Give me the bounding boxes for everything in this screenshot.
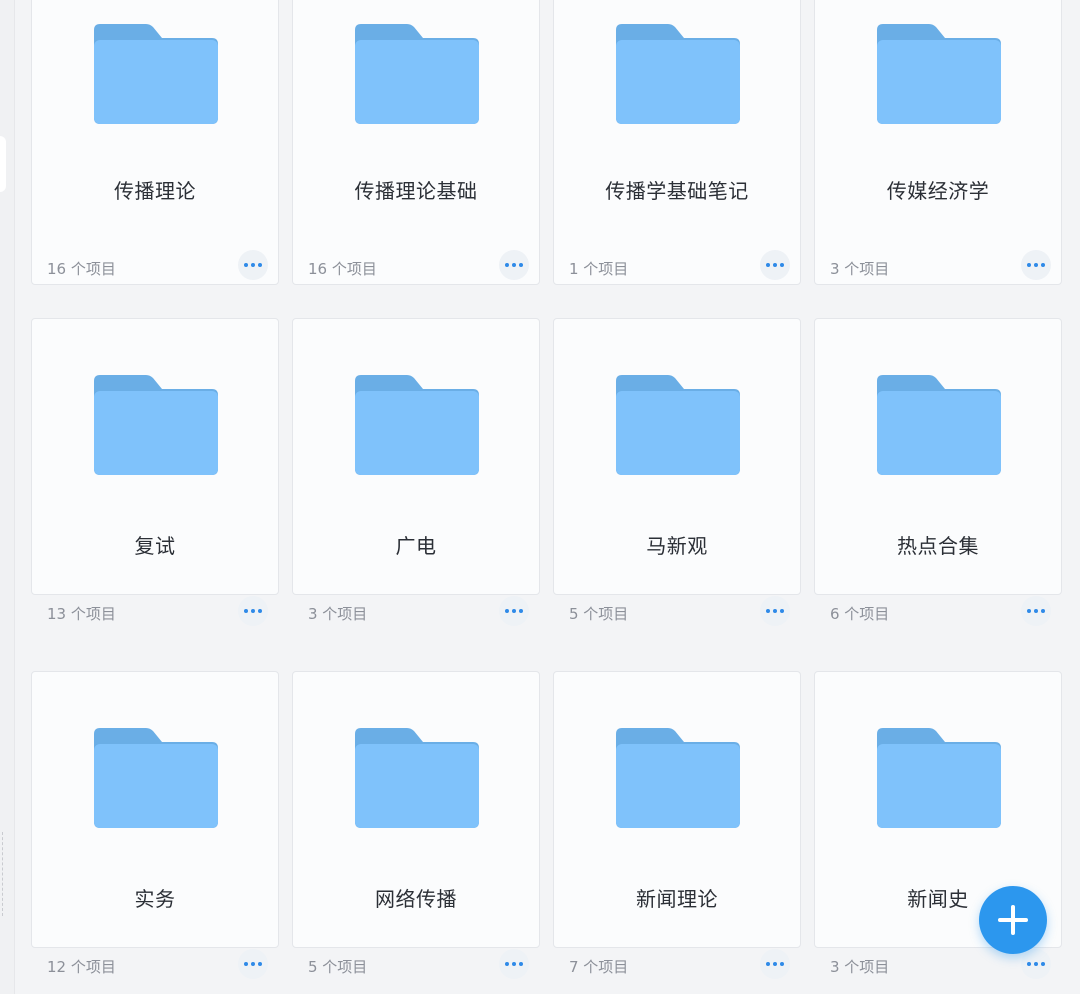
folder-icon	[616, 728, 740, 828]
folder-item-count: 1 个项目	[569, 260, 629, 278]
folder-item-count: 6 个项目	[830, 605, 890, 623]
folder-card[interactable]: 网络传播 5 个项目	[292, 671, 540, 979]
folder-card[interactable]: 传播理论 16 个项目	[31, 0, 279, 285]
folder-icon	[94, 375, 218, 475]
folder-icon	[94, 24, 218, 124]
folder-name: 复试	[134, 534, 176, 558]
folder-grid: 传播理论 16 个项目 传播理论基础 16 个项目 传播学基础笔记 1 个项目	[0, 0, 1080, 994]
folder-icon	[877, 728, 1001, 828]
more-options-button[interactable]	[499, 949, 529, 979]
more-dot	[258, 609, 262, 613]
more-dot	[251, 609, 255, 613]
folder-card[interactable]: 复试 13 个项目	[31, 318, 279, 626]
more-dot	[773, 263, 777, 267]
folder-card[interactable]: 新闻理论 7 个项目	[553, 671, 801, 979]
folder-name: 传播学基础笔记	[605, 179, 749, 203]
more-dot	[766, 263, 770, 267]
folder-item-count: 5 个项目	[569, 605, 629, 623]
folder-name: 传播理论	[114, 179, 196, 203]
more-dot	[519, 609, 523, 613]
folder-card[interactable]: 传播学基础笔记 1 个项目	[553, 0, 801, 285]
more-dot	[258, 263, 262, 267]
folder-item-count: 12 个项目	[47, 958, 116, 976]
folder-item-count: 13 个项目	[47, 605, 116, 623]
more-dot	[519, 962, 523, 966]
more-dot	[1027, 609, 1031, 613]
folder-icon	[355, 728, 479, 828]
plus-icon	[998, 905, 1028, 935]
more-dot	[244, 263, 248, 267]
folder-icon	[94, 728, 218, 828]
folder-icon	[355, 24, 479, 124]
more-options-button[interactable]	[238, 596, 268, 626]
folder-name: 传播理论基础	[354, 179, 478, 203]
folder-card[interactable]: 传媒经济学 3 个项目	[814, 0, 1062, 285]
folder-card[interactable]: 实务 12 个项目	[31, 671, 279, 979]
folder-item-count: 3 个项目	[830, 260, 890, 278]
folder-card[interactable]: 热点合集 6 个项目	[814, 318, 1062, 626]
more-dot	[766, 962, 770, 966]
folder-item-count: 5 个项目	[308, 958, 368, 976]
more-dot	[773, 962, 777, 966]
more-options-button[interactable]	[238, 949, 268, 979]
folder-icon	[616, 375, 740, 475]
folder-item-count: 3 个项目	[830, 958, 890, 976]
more-dot	[505, 962, 509, 966]
more-dot	[1027, 263, 1031, 267]
more-dot	[512, 609, 516, 613]
more-dot	[251, 962, 255, 966]
folder-name: 实务	[134, 887, 176, 911]
more-dot	[512, 263, 516, 267]
folder-icon	[616, 24, 740, 124]
folder-name: 热点合集	[897, 534, 979, 558]
more-options-button[interactable]	[760, 596, 790, 626]
folder-name: 新闻理论	[636, 887, 718, 911]
more-options-button[interactable]	[760, 949, 790, 979]
more-dot	[505, 263, 509, 267]
more-dot	[1041, 609, 1045, 613]
more-dot	[1027, 962, 1031, 966]
more-options-button[interactable]	[1021, 250, 1051, 280]
more-dot	[773, 609, 777, 613]
folder-item-count: 3 个项目	[308, 605, 368, 623]
more-dot	[780, 263, 784, 267]
more-dot	[251, 263, 255, 267]
more-dot	[766, 609, 770, 613]
add-button[interactable]	[979, 886, 1047, 954]
folder-icon	[877, 375, 1001, 475]
more-dot	[244, 962, 248, 966]
more-dot	[780, 609, 784, 613]
folder-item-count: 7 个项目	[569, 958, 629, 976]
more-dot	[1034, 609, 1038, 613]
more-dot	[505, 609, 509, 613]
more-options-button[interactable]	[1021, 596, 1051, 626]
more-dot	[1034, 962, 1038, 966]
folder-name: 传媒经济学	[886, 179, 990, 203]
more-options-button[interactable]	[499, 596, 529, 626]
folder-name: 网络传播	[375, 887, 457, 911]
more-dot	[780, 962, 784, 966]
more-options-button[interactable]	[1021, 949, 1051, 979]
more-dot	[519, 263, 523, 267]
more-dot	[244, 609, 248, 613]
folder-icon	[877, 24, 1001, 124]
app-page: 传播理论 16 个项目 传播理论基础 16 个项目 传播学基础笔记 1 个项目	[0, 0, 1080, 994]
folder-card[interactable]: 传播理论基础 16 个项目	[292, 0, 540, 285]
more-dot	[258, 962, 262, 966]
folder-item-count: 16 个项目	[47, 260, 116, 278]
more-dot	[1041, 263, 1045, 267]
more-dot	[512, 962, 516, 966]
folder-card[interactable]: 马新观 5 个项目	[553, 318, 801, 626]
folder-name: 广电	[395, 534, 437, 558]
folder-item-count: 16 个项目	[308, 260, 377, 278]
more-options-button[interactable]	[238, 250, 268, 280]
more-dot	[1041, 962, 1045, 966]
more-options-button[interactable]	[760, 250, 790, 280]
folder-card[interactable]: 广电 3 个项目	[292, 318, 540, 626]
folder-name: 马新观	[646, 534, 708, 558]
more-options-button[interactable]	[499, 250, 529, 280]
more-dot	[1034, 263, 1038, 267]
folder-icon	[355, 375, 479, 475]
